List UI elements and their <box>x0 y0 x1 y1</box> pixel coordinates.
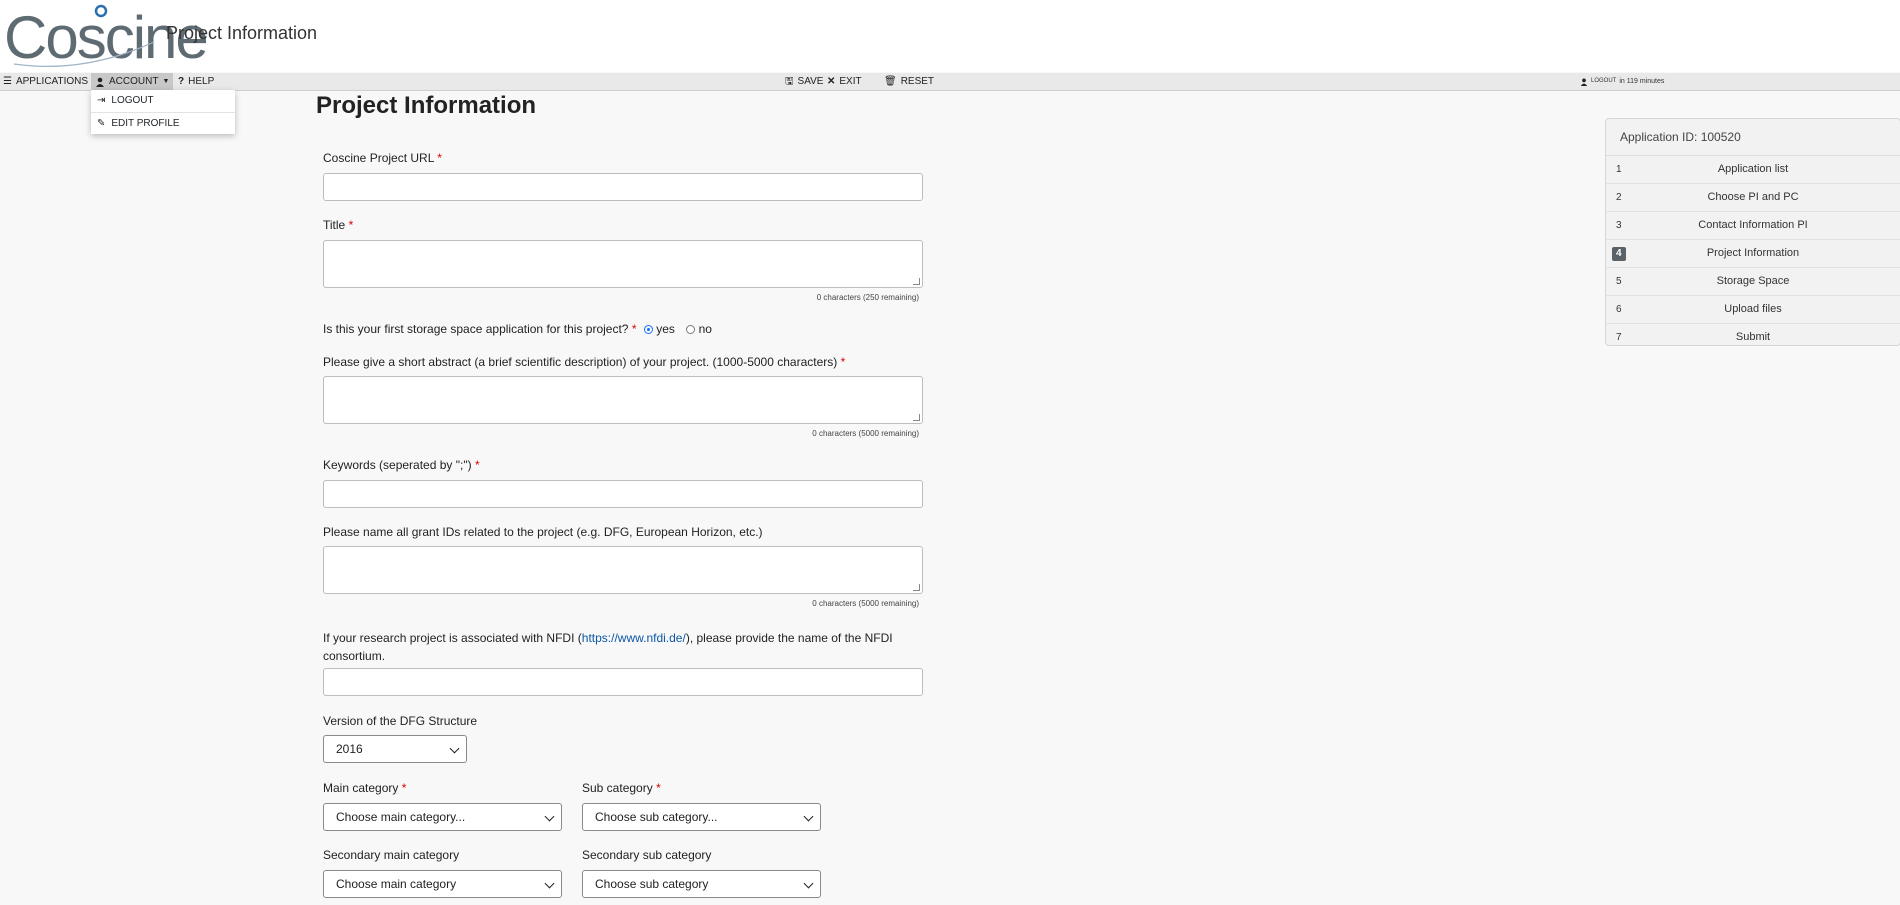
dfg-version-value: 2016 <box>336 742 363 756</box>
secondary-sub-category-select[interactable]: Choose sub category <box>582 870 821 898</box>
user-icon <box>1580 78 1588 86</box>
step-label: Submit <box>1735 331 1771 343</box>
account-label: ACCOUNT <box>109 76 159 87</box>
keywords-label: Keywords (seperated by ";") * <box>323 458 480 472</box>
secondary-sub-category-label: Secondary sub category <box>582 848 712 862</box>
step-label: Project Information <box>1706 247 1800 259</box>
save-button[interactable]: 🖫 SAVE <box>785 73 823 90</box>
abstract-counter: 0 characters (5000 remaining) <box>812 429 919 438</box>
main-category-select[interactable]: Choose main category... <box>323 803 562 831</box>
help-menu[interactable]: ? HELP <box>178 73 214 90</box>
exit-button[interactable]: ✕ EXIT <box>827 73 862 90</box>
step-application-list[interactable]: 1 Application list <box>1606 156 1900 184</box>
menubar: ☰ APPLICATIONS ACCOUNT ▼ ? HELP 🖫 SAVE ✕… <box>0 73 1900 91</box>
step-project-information[interactable]: 4 Project Information <box>1606 240 1900 268</box>
chevron-down-icon <box>449 743 460 754</box>
magnifier-logo-icon <box>13 4 154 67</box>
first-application-question: Is this your first storage space applica… <box>323 322 712 336</box>
logout-menu-item[interactable]: ⇥ LOGOUT <box>91 90 235 112</box>
save-label: SAVE <box>797 76 824 87</box>
page-title: Project Information <box>316 92 537 119</box>
question-icon: ? <box>178 76 185 87</box>
dfg-version-select[interactable]: 2016 <box>323 735 467 763</box>
edit-profile-label: EDIT PROFILE <box>111 118 180 129</box>
first-app-no-radio[interactable] <box>686 325 696 334</box>
exit-label: EXIT <box>839 76 862 87</box>
url-label: Coscine Project URL * <box>323 151 442 165</box>
abstract-label: Please give a short abstract (a brief sc… <box>323 355 846 369</box>
coscine-logo[interactable]: Coscine <box>4 2 209 70</box>
reset-label: RESET <box>900 76 935 87</box>
nfdi-link[interactable]: https://www.nfdi.de/ <box>582 631 686 645</box>
account-menu[interactable]: ACCOUNT ▼ <box>91 73 174 90</box>
session-info: LOGOUT in 119 minutes <box>1580 73 1664 90</box>
secondary-main-category-select[interactable]: Choose main category <box>323 870 562 898</box>
project-url-input[interactable] <box>323 173 923 201</box>
logout-icon: ⇥ <box>97 95 106 106</box>
edit-profile-menu-item[interactable]: ✎ EDIT PROFILE <box>91 112 235 135</box>
chevron-down-icon <box>544 878 555 889</box>
resize-handle-icon <box>913 278 920 285</box>
grants-label: Please name all grant IDs related to the… <box>323 525 763 539</box>
first-app-yes-radio[interactable] <box>643 325 653 334</box>
step-submit[interactable]: 7 Submit <box>1606 324 1900 351</box>
applications-menu[interactable]: ☰ APPLICATIONS <box>3 73 88 90</box>
step-label: Storage Space <box>1716 275 1790 287</box>
sub-category-select[interactable]: Choose sub category... <box>582 803 821 831</box>
title-textarea[interactable] <box>323 240 923 288</box>
keywords-input[interactable] <box>323 480 923 508</box>
step-label: Application list <box>1717 163 1789 175</box>
nfdi-label: If your research project is associated w… <box>323 631 893 663</box>
resize-handle-icon <box>913 584 920 591</box>
main-category-label: Main category * <box>323 781 407 795</box>
resize-handle-icon <box>913 414 920 421</box>
chevron-down-icon <box>803 878 814 889</box>
help-label: HELP <box>188 76 215 87</box>
secondary-main-category-label: Secondary main category <box>323 848 460 862</box>
step-contact-information-pi[interactable]: 3 Contact Information PI <box>1606 212 1900 240</box>
chevron-down-icon <box>803 811 814 822</box>
nfdi-consortium-input[interactable] <box>323 668 923 696</box>
header-title: Project Information <box>166 23 318 43</box>
step-label: Choose PI and PC <box>1707 191 1799 203</box>
trash-icon: 🗑 <box>884 76 897 87</box>
abstract-textarea[interactable] <box>323 376 923 424</box>
logout-label: LOGOUT <box>111 95 154 106</box>
step-storage-space[interactable]: 5 Storage Space <box>1606 268 1900 296</box>
sub-category-label: Sub category * <box>582 781 661 795</box>
application-id-heading: Application ID: 100520 <box>1606 119 1900 156</box>
session-logout-link[interactable]: LOGOUT <box>1591 73 1616 90</box>
steps-sidebar: Application ID: 100520 1 Application lis… <box>1605 118 1900 346</box>
user-icon <box>96 77 104 87</box>
step-label: Upload files <box>1724 303 1782 315</box>
reset-button[interactable]: 🗑 RESET <box>884 73 934 90</box>
title-counter: 0 characters (250 remaining) <box>816 293 919 302</box>
session-time: in 119 minutes <box>1619 78 1665 85</box>
caret-down-icon: ▼ <box>162 78 170 85</box>
floppy-icon: 🖫 <box>785 76 794 87</box>
step-label: Contact Information PI <box>1698 219 1808 231</box>
step-choose-pi-pc[interactable]: 2 Choose PI and PC <box>1606 184 1900 212</box>
list-icon: ☰ <box>3 76 12 87</box>
main-category-value: Choose main category... <box>336 810 466 824</box>
close-icon: ✕ <box>827 76 836 87</box>
title-label: Title * <box>323 218 354 232</box>
chevron-down-icon <box>544 811 555 822</box>
step-upload-files[interactable]: 6 Upload files <box>1606 296 1900 324</box>
grants-counter: 0 characters (5000 remaining) <box>812 599 919 608</box>
first-app-yes-label: yes <box>656 322 675 336</box>
first-app-no-label: no <box>698 322 712 336</box>
secondary-main-category-value: Choose main category <box>336 877 457 891</box>
dfg-version-label: Version of the DFG Structure <box>323 714 478 728</box>
applications-label: APPLICATIONS <box>15 76 89 87</box>
app-header: Coscine Project Information <box>0 0 1900 72</box>
user-edit-icon: ✎ <box>97 118 106 129</box>
secondary-sub-category-value: Choose sub category <box>595 877 709 891</box>
sub-category-value: Choose sub category... <box>595 810 718 824</box>
account-dropdown: ⇥ LOGOUT ✎ EDIT PROFILE <box>91 90 235 134</box>
grants-textarea[interactable] <box>323 546 923 594</box>
